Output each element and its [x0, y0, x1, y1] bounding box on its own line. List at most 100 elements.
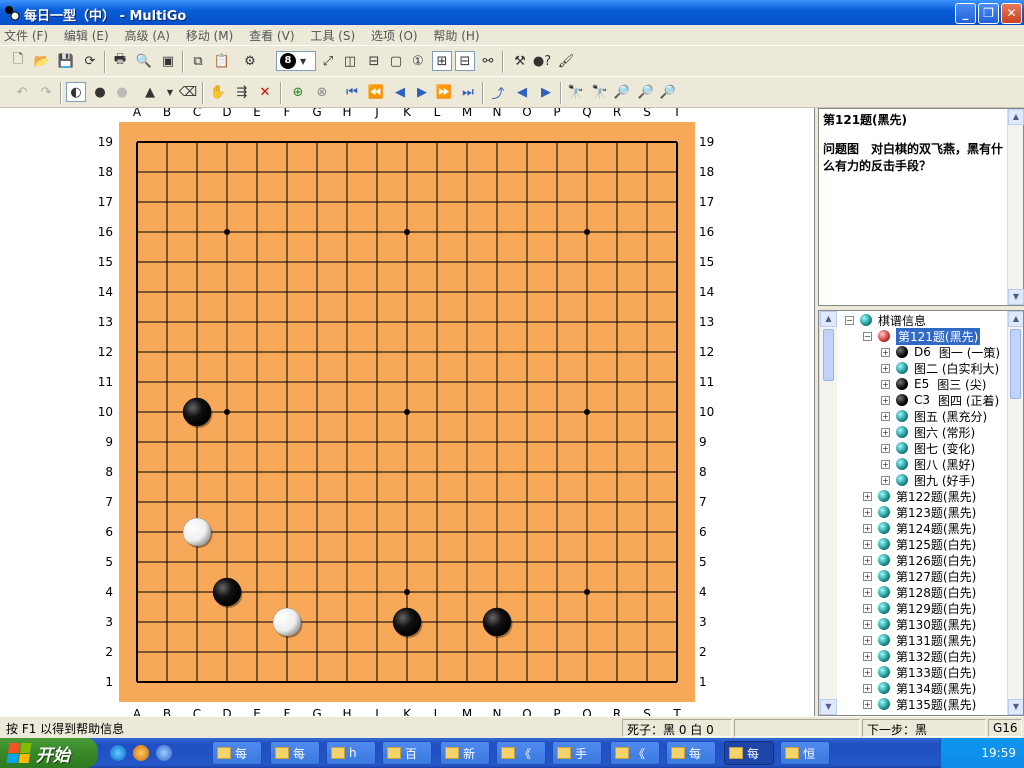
tree-node-selected[interactable]: − 第121题(黑先)	[863, 327, 981, 345]
messenger-icon[interactable]	[133, 745, 149, 761]
start-button[interactable]: 开始	[0, 738, 98, 768]
expand-icon[interactable]: +	[863, 603, 872, 613]
taskbar-window-button[interactable]: 恒	[780, 741, 830, 765]
tree-variation[interactable]: + 图八 (黑好)	[881, 456, 975, 472]
tree-problem[interactable]: + 第126题(白先)	[863, 552, 976, 568]
expand-icon[interactable]: +	[863, 651, 872, 661]
search-next-icon[interactable]: 🔭	[590, 82, 610, 102]
tree-variation[interactable]: + 图七 (变化)	[881, 440, 975, 456]
tree-problem[interactable]: + 第123题(黑先)	[863, 504, 976, 520]
collapse-icon[interactable]: −	[845, 315, 854, 325]
tree-variation[interactable]: + D6 图一 (一策)	[881, 344, 1000, 360]
expand-icon[interactable]: +	[881, 411, 890, 421]
menu-help[interactable]: 帮助 (H)	[429, 25, 487, 44]
expand-icon[interactable]: +	[881, 363, 890, 373]
taskbar-window-button[interactable]: 每	[666, 741, 716, 765]
tree-variation[interactable]: + 图二 (白实利大)	[881, 360, 999, 376]
expand-icon[interactable]: +	[881, 475, 890, 485]
expand-icon[interactable]: +	[881, 427, 890, 437]
tree-scroll-thumb[interactable]	[823, 329, 834, 381]
taskbar-window-button[interactable]: 手	[552, 741, 602, 765]
expand-icon[interactable]: +	[863, 683, 872, 693]
minimize-button[interactable]: _	[955, 3, 976, 24]
taskbar-window-button[interactable]: h	[326, 741, 376, 765]
expand-icon[interactable]: +	[863, 619, 872, 629]
tree-right-scroll-down-icon[interactable]: ▼	[1008, 699, 1023, 715]
tree-variation[interactable]: + E5 图三 (尖)	[881, 376, 986, 392]
properties-icon[interactable]: ⚙	[240, 51, 260, 71]
tree-problem[interactable]: + 第133题(白先)	[863, 664, 976, 680]
tree-problem[interactable]: + 第129题(白先)	[863, 600, 976, 616]
scroll-down-icon[interactable]: ▼	[1008, 289, 1024, 305]
up-branch-icon[interactable]: ⤴	[488, 82, 508, 102]
tree-problem[interactable]: + 第132题(白先)	[863, 648, 976, 664]
go-board[interactable]: AA19 19BB18 18CC17 17DD16 16EE15 15FF14 14GG13…	[0, 108, 815, 716]
forward-circle-icon[interactable]: ⊕	[288, 82, 308, 102]
close-button[interactable]: ✕	[1001, 3, 1022, 24]
taskbar-window-button[interactable]: 每	[724, 741, 774, 765]
tree-scroll-down-icon[interactable]: ▼	[820, 699, 837, 715]
layout-icon[interactable]: ▢	[386, 51, 406, 71]
open-folder-icon[interactable]: 📂	[32, 51, 52, 71]
scroll-up-icon[interactable]: ▲	[1008, 109, 1024, 125]
undo-icon[interactable]: ↶	[12, 82, 32, 102]
back-icon[interactable]: ◀	[390, 82, 410, 102]
menu-move[interactable]: 移动 (M)	[182, 25, 242, 44]
menu-view[interactable]: 查看 (V)	[245, 25, 302, 44]
hand-icon[interactable]: ✋	[208, 82, 228, 102]
collapse-icon[interactable]: −	[863, 331, 872, 341]
tree-problem[interactable]: + 第122题(黑先)	[863, 488, 976, 504]
menu-edit[interactable]: 编辑 (E)	[60, 25, 117, 44]
tree-problem[interactable]: + 第134题(黑先)	[863, 680, 976, 696]
print-preview-icon[interactable]: 🔍	[134, 51, 154, 71]
taskbar-window-button[interactable]: 新	[440, 741, 490, 765]
menu-file[interactable]: 文件 (F)	[0, 25, 56, 44]
black-stone-icon[interactable]: ●	[90, 82, 110, 102]
tree-problem[interactable]: + 第124题(黑先)	[863, 520, 976, 536]
save-icon[interactable]: 💾	[56, 51, 76, 71]
menu-advanced[interactable]: 高级 (A)	[121, 25, 178, 44]
maximize-button[interactable]: ❐	[978, 3, 999, 24]
prev-branch-icon[interactable]: ◀	[512, 82, 532, 102]
eraser-icon[interactable]: ⌫	[178, 82, 198, 102]
forward-icon[interactable]: ▶	[412, 82, 432, 102]
tools-icon[interactable]: ⚒	[510, 51, 530, 71]
expand-icon[interactable]: +	[863, 699, 872, 709]
next-branch-icon[interactable]: ▶	[536, 82, 556, 102]
find-comment-icon[interactable]: 🔎	[636, 82, 656, 102]
tree-root[interactable]: − 棋谱信息	[845, 312, 926, 328]
tree-problem[interactable]: + 第131题(黑先)	[863, 632, 976, 648]
tree-scroll-up-icon[interactable]: ▲	[820, 311, 837, 327]
tree-variation[interactable]: + C3 图四 (正着)	[881, 392, 999, 408]
delete-icon[interactable]: ✕	[255, 82, 275, 102]
hierarchy-icon[interactable]: ⚯	[478, 51, 498, 71]
taskbar-window-button[interactable]: 百	[382, 741, 432, 765]
menu-tools[interactable]: 工具 (S)	[306, 25, 363, 44]
mark-dropdown-icon[interactable]: ▼	[160, 82, 180, 102]
white-stone-icon[interactable]: ●	[112, 82, 132, 102]
expand-icon[interactable]: +	[863, 555, 872, 565]
back-fast-icon[interactable]: ⏪	[366, 82, 386, 102]
tree-view-icon[interactable]: ⊞	[432, 51, 452, 71]
taskbar-window-button[interactable]: 《	[610, 741, 660, 765]
brush-icon[interactable]: 🖌	[556, 51, 576, 71]
print-icon[interactable]: 🖶	[110, 51, 130, 71]
stone-hint-icon[interactable]: ●?	[532, 51, 552, 71]
last-move-icon[interactable]: ⏭	[458, 82, 478, 102]
tree-variation[interactable]: + 图六 (常形)	[881, 424, 975, 440]
find-icon[interactable]: 🔎	[612, 82, 632, 102]
paste-icon[interactable]: 📋	[212, 51, 232, 71]
tree-right-scroll-up-icon[interactable]: ▲	[1008, 311, 1023, 327]
expand-icon[interactable]: +	[881, 443, 890, 453]
tree-problem[interactable]: + 第125题(白先)	[863, 536, 976, 552]
expand-icon[interactable]: +	[881, 395, 890, 405]
expand-icon[interactable]: +	[863, 539, 872, 549]
goto-icon[interactable]: ⤢	[318, 51, 338, 71]
expand-icon[interactable]: +	[863, 491, 872, 501]
tree-right-scroll-thumb[interactable]	[1010, 329, 1021, 399]
tree-problem[interactable]: + 第128题(白先)	[863, 584, 976, 600]
expand-icon[interactable]: +	[863, 635, 872, 645]
tree-right-scrollbar[interactable]: ▲ ▼	[1007, 311, 1023, 715]
taskbar-window-button[interactable]: 每	[270, 741, 320, 765]
forward-fast-icon[interactable]: ⏩	[434, 82, 454, 102]
